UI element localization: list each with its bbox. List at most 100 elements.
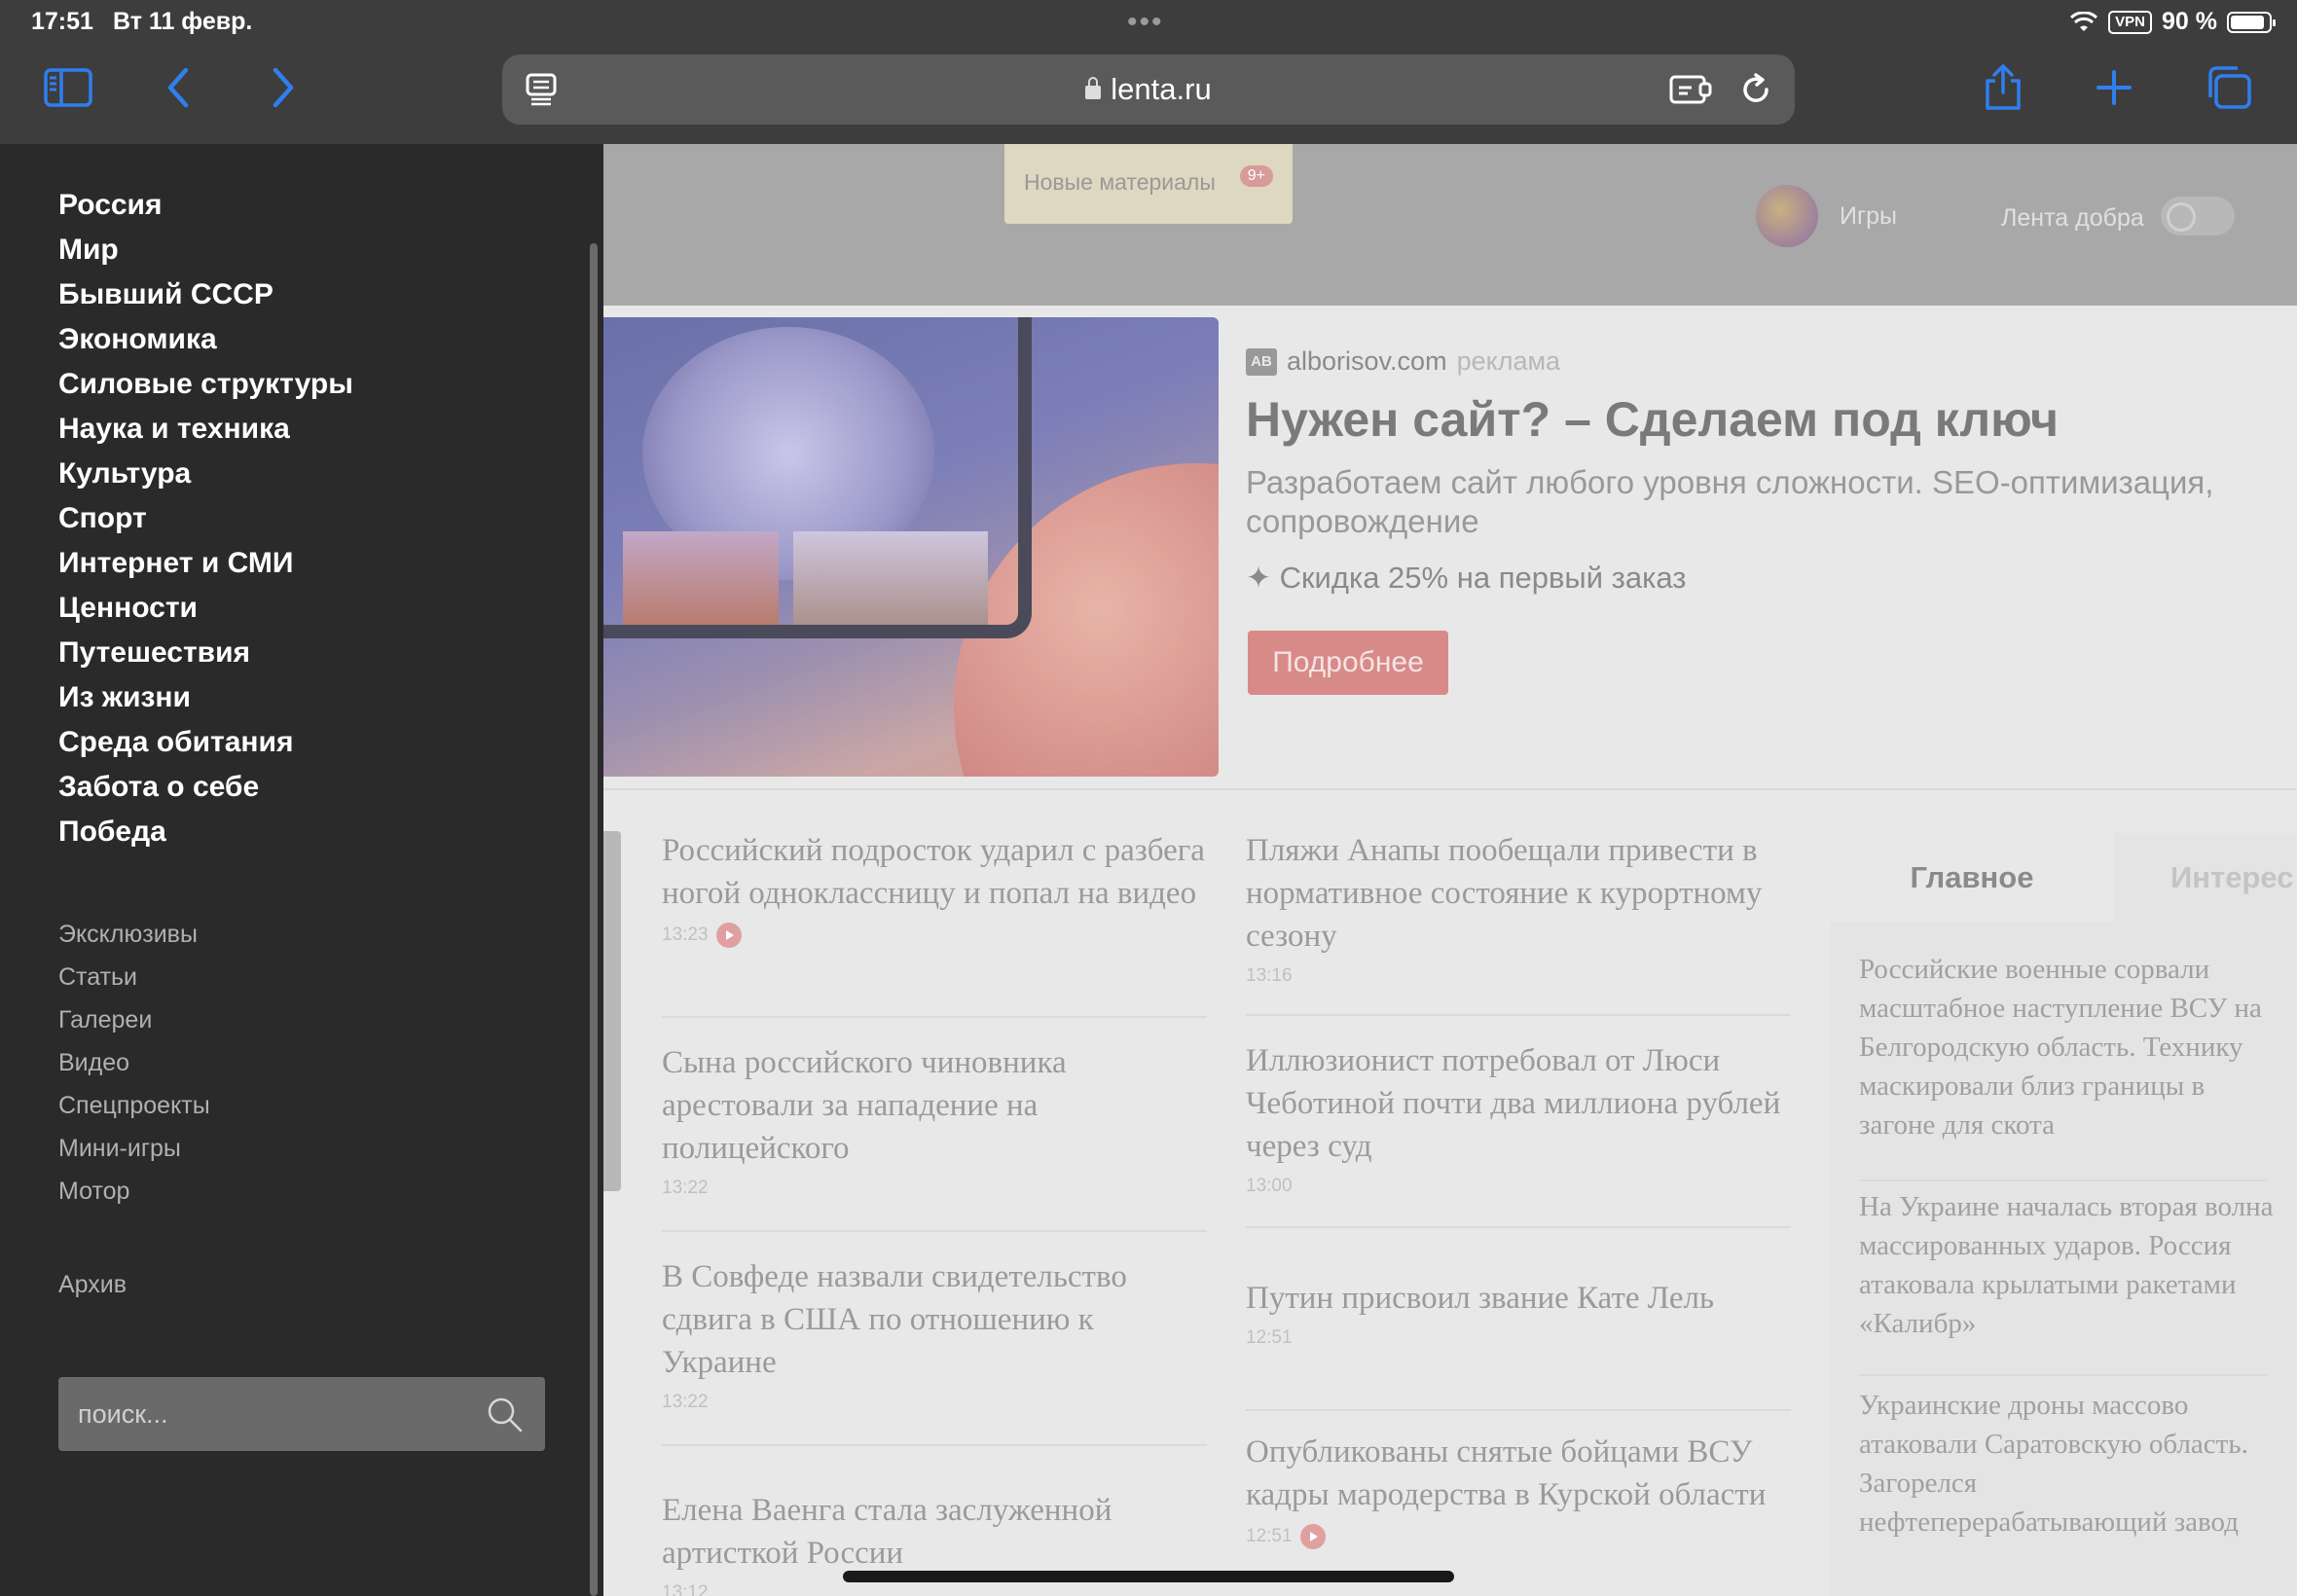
- lenta-dobra-label: Лента добра: [2001, 204, 2144, 232]
- ad-tag: реклама: [1456, 346, 1561, 376]
- video-icon: [715, 923, 742, 948]
- reload-icon[interactable]: [1736, 70, 1775, 109]
- sidebar-item-life[interactable]: Из жизни: [58, 675, 353, 720]
- sidebar-item-ex-ussr[interactable]: Бывший СССР: [58, 272, 353, 317]
- news-title: Пляжи Анапы пообещали привести в нормати…: [1246, 833, 1763, 954]
- news-item[interactable]: Пляжи Анапы пообещали привести в нормати…: [1246, 829, 1791, 987]
- news-title: Елена Ваенга стала заслуженной артисткой…: [662, 1493, 1112, 1571]
- top-news-item[interactable]: Российские военные сорвали масштабное на…: [1859, 950, 2287, 1144]
- battery-percent: 90 %: [2162, 8, 2217, 35]
- sidebar-item-environment[interactable]: Среда обитания: [58, 720, 353, 765]
- sidebar-item-internet[interactable]: Интернет и СМИ: [58, 541, 353, 586]
- sidebar-item-values[interactable]: Ценности: [58, 586, 353, 631]
- ad-title[interactable]: Нужен сайт? – Сделаем под ключ: [1246, 391, 2059, 448]
- new-tab-button[interactable]: [2087, 60, 2141, 115]
- status-time: 17:51: [31, 8, 93, 35]
- news-item[interactable]: В Совфеде назвали свидетельство сдвига в…: [662, 1255, 1207, 1413]
- page-content: Игры Лента добра Новые материалы 9+ AB a…: [603, 144, 2297, 1596]
- share-button[interactable]: [1976, 60, 2030, 115]
- divider: [662, 1016, 1207, 1018]
- new-materials-banner[interactable]: Новые материалы 9+: [1004, 144, 1293, 224]
- divider: [1859, 1179, 2268, 1181]
- ad-domain: alborisov.com: [1287, 346, 1447, 376]
- games-label: Игры: [1840, 201, 1897, 230]
- news-item[interactable]: Путин присвоил звание Кате Лель 12:51: [1246, 1277, 1791, 1349]
- news-item[interactable]: Опубликованы снятые бойцами ВСУ кадры ма…: [1246, 1431, 1791, 1549]
- search-icon[interactable]: [485, 1395, 524, 1433]
- left-image-strip: [603, 831, 621, 1191]
- games-link[interactable]: Игры: [1756, 185, 1897, 247]
- ad-tablet-graphic: [603, 317, 1032, 638]
- sidebar-item-exclusives[interactable]: Эксклюзивы: [58, 913, 210, 956]
- sidebar-item-science[interactable]: Наука и техника: [58, 407, 353, 452]
- plus-icon: [2096, 70, 2132, 105]
- tab-interesting[interactable]: Интерес: [2132, 833, 2297, 923]
- sidebar-item-economy[interactable]: Экономика: [58, 317, 353, 362]
- news-title: Иллюзионист потребовал от Люси Чеботиной…: [1246, 1043, 1781, 1164]
- tab-main[interactable]: Главное: [1830, 833, 2114, 923]
- tabs-icon: [2208, 66, 2251, 109]
- news-time: 13:12: [662, 1582, 709, 1596]
- wifi-icon: [2070, 11, 2098, 31]
- sidebar-menu: Россия Мир Бывший СССР Экономика Силовые…: [0, 144, 603, 1596]
- sidebar-item-galleries[interactable]: Галереи: [58, 998, 210, 1041]
- sidebar-item-archive[interactable]: Архив: [58, 1271, 127, 1299]
- address-bar[interactable]: lenta.ru: [502, 54, 1795, 125]
- tabs-overview-button[interactable]: [2202, 60, 2256, 115]
- sidebar-item-travel[interactable]: Путешествия: [58, 631, 353, 675]
- news-time: 13:00: [1246, 1176, 1293, 1196]
- news-title: В Совфеде назвали свидетельство сдвига в…: [662, 1259, 1127, 1380]
- back-button[interactable]: [152, 60, 206, 115]
- sidebar-item-video[interactable]: Видео: [58, 1041, 210, 1084]
- top-news-item[interactable]: Украинские дроны массово атаковали Сарат…: [1859, 1386, 2287, 1542]
- sidebar-item-russia[interactable]: Россия: [58, 183, 353, 228]
- sidebar-item-selfcare[interactable]: Забота о себе: [58, 765, 353, 810]
- divider: [662, 1444, 1207, 1446]
- extension-icon[interactable]: [1668, 72, 1713, 107]
- chevron-left-icon: [167, 67, 189, 108]
- sidebar-item-world[interactable]: Мир: [58, 228, 353, 272]
- news-item[interactable]: Иллюзионист потребовал от Люси Чеботиной…: [1246, 1039, 1791, 1197]
- multitasking-dots-icon[interactable]: •••: [1127, 6, 1164, 39]
- top-news-item[interactable]: На Украине началась вторая волна массиро…: [1859, 1187, 2287, 1343]
- browser-chrome: 17:51 Вт 11 февр. ••• VPN 90 % lenta.ru: [0, 0, 2297, 144]
- home-indicator: [843, 1571, 1454, 1582]
- games-icon: [1756, 185, 1818, 247]
- sidebar-item-motor[interactable]: Мотор: [58, 1170, 210, 1213]
- sidebar-scrollbar[interactable]: [590, 243, 598, 1596]
- lenta-dobra-toggle[interactable]: [2161, 197, 2235, 236]
- news-meta: 13:00: [1246, 1176, 1791, 1197]
- chevron-right-icon: [273, 67, 294, 108]
- divider: [662, 1230, 1207, 1232]
- news-meta: 13:23: [662, 923, 1207, 948]
- sidebar-item-sport[interactable]: Спорт: [58, 496, 353, 541]
- sidebar-item-victory[interactable]: Победа: [58, 810, 353, 854]
- sparkle-icon: ✦: [1246, 561, 1271, 595]
- forward-button[interactable]: [255, 60, 310, 115]
- divider: [603, 788, 2297, 790]
- sidebar-item-specprojects[interactable]: Спецпроекты: [58, 1084, 210, 1127]
- sidebar-icon: [44, 68, 92, 107]
- news-item[interactable]: Сына российского чиновника арестовали за…: [662, 1041, 1207, 1199]
- sidebar-item-minigames[interactable]: Мини-игры: [58, 1127, 210, 1170]
- sidebar-search: [58, 1377, 545, 1451]
- ad-discount-text: Скидка 25% на первый заказ: [1279, 561, 1687, 595]
- ad-image[interactable]: [603, 317, 1219, 777]
- lock-icon: [1085, 77, 1102, 99]
- news-item[interactable]: Российский подросток ударил с разбега но…: [662, 829, 1207, 948]
- news-title: Российский подросток ударил с разбега но…: [662, 833, 1205, 911]
- search-input[interactable]: [78, 1377, 467, 1451]
- sidebar-item-security[interactable]: Силовые структуры: [58, 362, 353, 407]
- news-title: Опубликованы снятые бойцами ВСУ кадры ма…: [1246, 1434, 1767, 1512]
- news-time: 13:22: [662, 1392, 709, 1412]
- top-news-panel: Главное Интерес Российские военные сорва…: [1830, 833, 2297, 1596]
- ad-more-button[interactable]: Подробнее: [1248, 631, 1448, 695]
- ad-logo-badge: AB: [1246, 347, 1277, 376]
- sidebar-item-articles[interactable]: Статьи: [58, 956, 210, 998]
- news-meta: 13:16: [1246, 965, 1791, 987]
- address-url[interactable]: lenta.ru: [502, 72, 1795, 107]
- ad-source[interactable]: AB alborisov.com реклама: [1246, 346, 1560, 377]
- divider: [1246, 1226, 1791, 1228]
- sidebar-item-culture[interactable]: Культура: [58, 452, 353, 496]
- sidebar-toggle-button[interactable]: [41, 60, 95, 115]
